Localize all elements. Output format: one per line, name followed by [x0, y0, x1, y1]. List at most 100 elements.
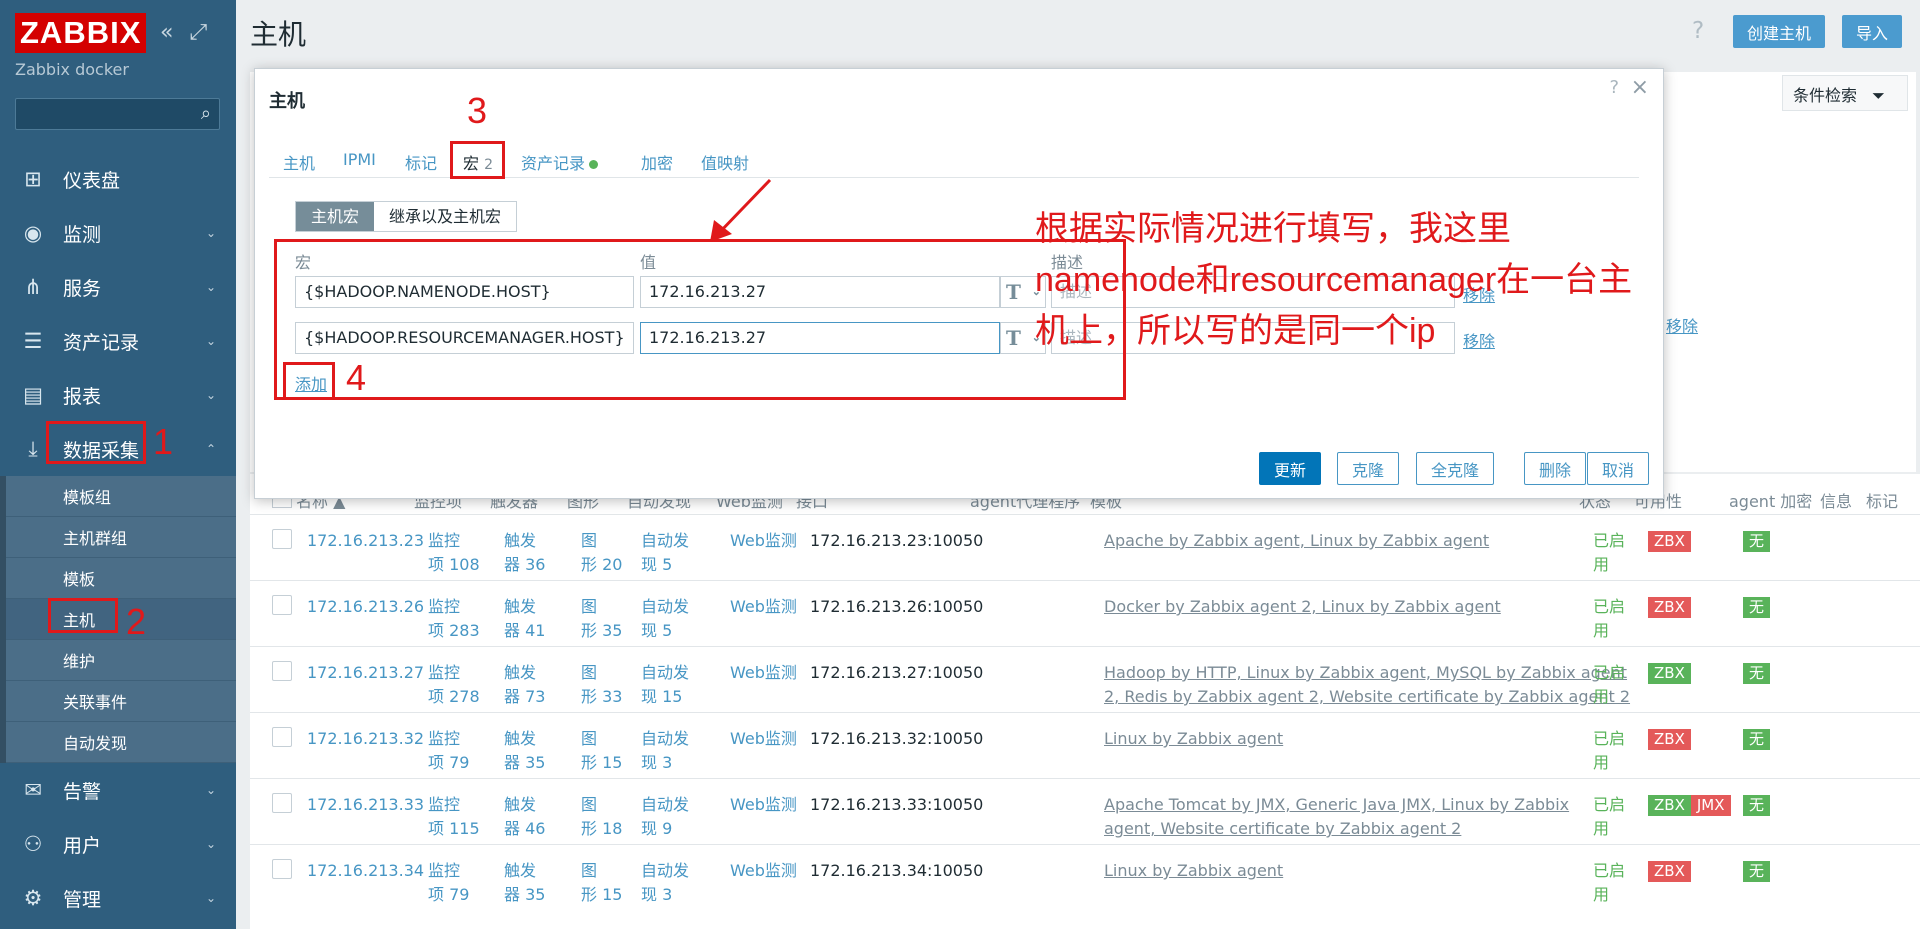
items-link[interactable]: 监控项 79 [428, 859, 469, 907]
row-checkbox[interactable] [272, 859, 292, 879]
triggers-link[interactable]: 触发器 35 [504, 727, 545, 775]
submenu-item-template-groups[interactable]: 模板组 [6, 476, 236, 517]
menu-item-users[interactable]: ⚇ 用户 ⌄ [0, 817, 236, 871]
inherited-macros-toggle[interactable]: 继承以及主机宏 [374, 202, 517, 231]
macro-value-input[interactable]: 172.16.213.27 [640, 322, 1000, 354]
sidebar-search-input[interactable]: ⌕ [15, 98, 220, 130]
tab-inventory[interactable]: 资产记录 [521, 150, 599, 174]
triggers-link[interactable]: 触发器 35 [504, 859, 545, 907]
full-clone-button[interactable]: 全克隆 [1416, 452, 1495, 485]
graphs-link[interactable]: 图形 20 [581, 529, 622, 577]
menu-item-reports[interactable]: ▤ 报表 ⌄ [0, 368, 236, 422]
host-name-link[interactable]: 172.16.213.27 [307, 661, 424, 685]
submenu-item-hosts[interactable]: 主机 [6, 599, 236, 640]
templates-list[interactable]: Linux by Zabbix agent [1104, 859, 1283, 883]
triggers-link[interactable]: 触发器 46 [504, 793, 545, 841]
row-checkbox[interactable] [272, 727, 292, 747]
discovery-link[interactable]: 自动发现 9 [641, 793, 689, 841]
status-link[interactable]: 已启用 [1593, 727, 1625, 775]
close-icon[interactable]: × [1631, 75, 1649, 100]
tab-ipmi[interactable]: IPMI [343, 150, 376, 169]
submenu-item-templates[interactable]: 模板 [6, 558, 236, 599]
help-icon[interactable]: ? [1609, 77, 1619, 98]
triggers-link[interactable]: 触发器 41 [504, 595, 545, 643]
items-link[interactable]: 监控项 115 [428, 793, 480, 841]
graphs-link[interactable]: 图形 15 [581, 727, 622, 775]
tab-host[interactable]: 主机 [283, 150, 315, 174]
status-link[interactable]: 已启用 [1593, 595, 1625, 643]
kiosk-mode-icon[interactable]: ⤢ [189, 20, 207, 45]
submenu-item-host-groups[interactable]: 主机群组 [6, 517, 236, 558]
submenu-item-event-correlation[interactable]: 关联事件 [6, 681, 236, 722]
macro-name-input[interactable]: {$HADOOP.NAMENODE.HOST} [295, 276, 634, 308]
help-icon[interactable]: ? [1692, 18, 1704, 44]
discovery-link[interactable]: 自动发现 3 [641, 727, 689, 775]
tab-macros[interactable]: 宏 2 [463, 150, 493, 174]
tab-tags[interactable]: 标记 [405, 150, 437, 174]
host-name-link[interactable]: 172.16.213.23 [307, 529, 424, 553]
graphs-link[interactable]: 图形 15 [581, 859, 622, 907]
update-button[interactable]: 更新 [1259, 452, 1322, 485]
menu-item-alerts[interactable]: ✉ 告警 ⌄ [0, 763, 236, 817]
menu-item-data-collection[interactable]: ⤓ 数据采集 ⌃ [0, 422, 236, 476]
submenu-item-maintenance[interactable]: 维护 [6, 640, 236, 681]
items-link[interactable]: 监控项 79 [428, 727, 469, 775]
discovery-link[interactable]: 自动发现 3 [641, 859, 689, 907]
macro-name-input[interactable]: {$HADOOP.RESOURCEMANAGER.HOST} [295, 322, 634, 354]
collapse-sidebar-icon[interactable]: « [160, 20, 173, 45]
web-link[interactable]: Web监测 [730, 661, 797, 685]
templates-list[interactable]: Apache by Zabbix agent, Linux by Zabbix … [1104, 529, 1489, 553]
web-link[interactable]: Web监测 [730, 727, 797, 751]
delete-button[interactable]: 删除 [1524, 452, 1587, 485]
templates-list[interactable]: Linux by Zabbix agent [1104, 727, 1283, 751]
filter-tab[interactable]: 条件检索 ⏷ [1782, 75, 1908, 111]
row-checkbox[interactable] [272, 793, 292, 813]
graphs-link[interactable]: 图形 35 [581, 595, 622, 643]
status-link[interactable]: 已启用 [1593, 793, 1625, 841]
host-name-link[interactable]: 172.16.213.32 [307, 727, 424, 751]
items-link[interactable]: 监控项 283 [428, 595, 480, 643]
items-link[interactable]: 监控项 278 [428, 661, 480, 709]
cancel-button[interactable]: 取消 [1587, 452, 1650, 485]
web-link[interactable]: Web监测 [730, 595, 797, 619]
macro-value-input[interactable]: 172.16.213.27 [640, 276, 1000, 308]
items-link[interactable]: 监控项 108 [428, 529, 480, 577]
status-link[interactable]: 已启用 [1593, 661, 1625, 709]
clone-button[interactable]: 克隆 [1337, 452, 1400, 485]
import-button[interactable]: 导入 [1842, 15, 1903, 48]
discovery-link[interactable]: 自动发现 5 [641, 595, 689, 643]
graphs-link[interactable]: 图形 18 [581, 793, 622, 841]
triggers-link[interactable]: 触发器 36 [504, 529, 545, 577]
menu-item-services[interactable]: ⋔ 服务 ⌄ [0, 260, 236, 314]
triggers-link[interactable]: 触发器 73 [504, 661, 545, 709]
menu-item-monitoring[interactable]: ◉ 监测 ⌄ [0, 206, 236, 260]
status-link[interactable]: 已启用 [1593, 859, 1625, 907]
templates-list[interactable]: Docker by Zabbix agent 2, Linux by Zabbi… [1104, 595, 1501, 619]
row-checkbox[interactable] [272, 529, 292, 549]
host-macros-toggle[interactable]: 主机宏 [296, 202, 375, 231]
add-macro-link[interactable]: 添加 [295, 371, 327, 395]
zabbix-logo[interactable]: ZABBIX [15, 13, 147, 53]
search-icon[interactable]: ⌕ [201, 103, 211, 124]
templates-list[interactable]: Apache Tomcat by JMX, Generic Java JMX, … [1104, 793, 1569, 841]
web-link[interactable]: Web监测 [730, 793, 797, 817]
web-link[interactable]: Web监测 [730, 859, 797, 883]
menu-item-inventory[interactable]: ☰ 资产记录 ⌄ [0, 314, 236, 368]
tab-encryption[interactable]: 加密 [641, 150, 673, 174]
graphs-link[interactable]: 图形 33 [581, 661, 622, 709]
menu-item-administration[interactable]: ⚙ 管理 ⌄ [0, 871, 236, 925]
web-link[interactable]: Web监测 [730, 529, 797, 553]
host-name-link[interactable]: 172.16.213.34 [307, 859, 424, 883]
host-name-link[interactable]: 172.16.213.33 [307, 793, 424, 817]
row-checkbox[interactable] [272, 595, 292, 615]
filter-remove-link[interactable]: 移除 [1666, 313, 1698, 337]
discovery-link[interactable]: 自动发现 5 [641, 529, 689, 577]
host-name-link[interactable]: 172.16.213.26 [307, 595, 424, 619]
status-link[interactable]: 已启用 [1593, 529, 1625, 577]
row-checkbox[interactable] [272, 661, 292, 681]
menu-item-dashboard[interactable]: ⊞ 仪表盘 [0, 152, 236, 206]
templates-list[interactable]: Hadoop by HTTP, Linux by Zabbix agent, M… [1104, 661, 1630, 709]
discovery-link[interactable]: 自动发现 15 [641, 661, 689, 709]
create-host-button[interactable]: 创建主机 [1733, 15, 1826, 48]
submenu-item-discovery[interactable]: 自动发现 [6, 722, 236, 763]
